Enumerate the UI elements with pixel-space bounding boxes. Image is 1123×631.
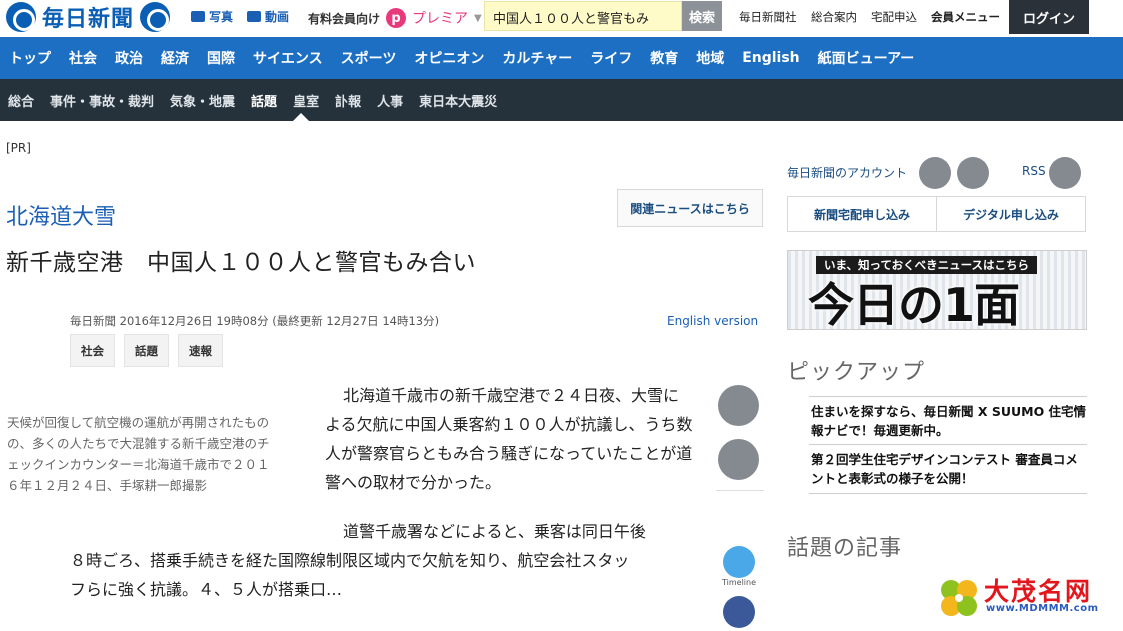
login-button[interactable]: ログイン	[1009, 0, 1089, 34]
divider	[716, 490, 764, 491]
subscription-buttons: 新聞宅配申し込み デジタル申し込み	[787, 196, 1086, 232]
paragraph-2-line-1: 道警千歳署などによると、乗客は同日午後	[343, 522, 646, 541]
social-account-icon[interactable]	[957, 157, 989, 189]
subnav-item-topics[interactable]: 話題	[243, 91, 285, 110]
front-page-title: 今日の1面	[808, 278, 1020, 330]
digital-subscription-button[interactable]: デジタル申し込み	[936, 197, 1085, 231]
search-input[interactable]: 中国人１００人と警官もみ	[484, 1, 682, 31]
premier-p-icon: p	[386, 8, 407, 28]
article-paragraph-2: 道警千歳署などによると、乗客は同日午後 ８時ごろ、搭乗手続きを経た国際線制限区域…	[70, 517, 704, 604]
nav-item-society[interactable]: 社会	[60, 48, 106, 68]
subnav-item-obituary[interactable]: 訃報	[327, 91, 369, 110]
pickup-item[interactable]: 第２回学生住宅デザインコンテスト 審査員コメントと表彰式の様子を公開！	[811, 450, 1087, 488]
site-logo[interactable]: 毎日新聞	[6, 0, 171, 33]
timeline-share-button[interactable]	[723, 546, 755, 578]
nav-item-life[interactable]: ライフ	[581, 48, 641, 68]
nav-item-opinion[interactable]: オピニオン	[405, 48, 493, 68]
newspaper-delivery-button[interactable]: 新聞宅配申し込み	[788, 197, 936, 231]
trending-articles-heading: 話題の記事	[787, 536, 903, 561]
nav-item-education[interactable]: 教育	[641, 48, 687, 68]
camera-icon	[191, 11, 205, 22]
nav-item-top[interactable]: トップ	[0, 48, 60, 68]
tag-topics[interactable]: 話題	[124, 334, 169, 367]
tag-breaking[interactable]: 速報	[178, 334, 223, 367]
subnav-item-imperial[interactable]: 皇室	[285, 91, 327, 110]
dropdown-caret-icon: ▼	[474, 12, 482, 24]
clover-logo-icon	[941, 580, 977, 616]
divider	[809, 493, 1087, 494]
video-link[interactable]: 動画	[247, 8, 289, 25]
subnav-item-weather[interactable]: 気象・地震	[162, 91, 243, 110]
nav-item-viewer[interactable]: 紙面ビューアー	[809, 48, 924, 68]
nav-item-science[interactable]: サイエンス	[244, 48, 332, 68]
article-headline: 新千歳空港 中国人１００人と警官もみ合い	[6, 250, 476, 276]
premier-label: プレミア	[412, 11, 469, 27]
share-button[interactable]	[718, 385, 759, 426]
subnav-item-incidents[interactable]: 事件・事故・裁判	[42, 91, 162, 110]
share-button[interactable]	[718, 439, 759, 480]
nav-item-politics[interactable]: 政治	[106, 48, 152, 68]
secondary-nav: 総合 事件・事故・裁判 気象・地震 話題 皇室 訃報 人事 東日本大震災	[0, 79, 1123, 121]
nav-item-sports[interactable]: スポーツ	[332, 48, 406, 68]
nav-item-international[interactable]: 国際	[198, 48, 244, 68]
video-label: 動画	[265, 10, 290, 24]
guide-link[interactable]: 総合案内	[811, 9, 857, 25]
divider	[809, 444, 1087, 445]
photo-link[interactable]: 写真	[191, 8, 233, 25]
subnav-item-earthquake[interactable]: 東日本大震災	[411, 91, 505, 110]
premier-prefix: 有料会員向け	[308, 11, 381, 26]
logo-mark-icon	[6, 1, 36, 32]
article-paragraph-1: 北海道千歳市の新千歳空港で２４日夜、大雪による欠航に中国人乗客約１００人が抗議し…	[325, 386, 693, 492]
tag-society[interactable]: 社会	[70, 334, 115, 367]
logo-text: 毎日新聞	[42, 5, 135, 32]
english-version-link[interactable]: English version	[667, 314, 758, 328]
social-account-icon[interactable]	[919, 157, 951, 189]
premier-link[interactable]: 有料会員向け p プレミア ▼	[308, 8, 482, 28]
topic-title[interactable]: 北海道大雪	[6, 199, 116, 231]
nav-item-english[interactable]: English	[733, 50, 808, 66]
pr-label: [PR]	[6, 141, 31, 155]
rss-label[interactable]: RSS	[1022, 164, 1046, 178]
nav-item-economy[interactable]: 経済	[152, 48, 198, 68]
photo-caption: 天候が回復して航空機の運航が再開されたものの、多くの人たちで大混雑する新千歳空港…	[7, 415, 270, 493]
watermark-url: www.MDMMM.com	[986, 603, 1099, 614]
related-news-button[interactable]: 関連ニュースはこちら	[617, 189, 763, 227]
search-button[interactable]: 検索	[682, 1, 722, 31]
front-page-banner[interactable]: いま、知っておくべきニュースはこちら 今日の1面	[787, 250, 1087, 330]
paragraph-2-line-2: ８時ごろ、搭乗手続きを経た国際線制限区域内で欠航を知り、航空会社スタッ	[70, 551, 630, 570]
facebook-share-button[interactable]	[723, 596, 755, 628]
company-link[interactable]: 毎日新聞社	[739, 9, 797, 25]
play-icon	[247, 11, 261, 22]
logo-mark-icon	[140, 1, 171, 32]
pickup-item[interactable]: 住まいを探すなら、毎日新聞 X SUUMO 住宅情報ナビで！毎週更新中。	[811, 402, 1087, 440]
delivery-link[interactable]: 宅配申込	[871, 9, 917, 25]
paragraph-2-line-3: フらに強く抗議。４、５人が搭乗口…	[70, 580, 343, 599]
timeline-label: Timeline	[721, 578, 756, 587]
divider	[809, 396, 1087, 397]
account-label: 毎日新聞のアカウント	[787, 166, 908, 180]
pickup-heading: ピックアップ	[787, 360, 926, 385]
primary-nav: トップ 社会 政治 経済 国際 サイエンス スポーツ オピニオン カルチャー ラ…	[0, 37, 1123, 79]
active-subnav-indicator	[293, 113, 309, 121]
rss-icon[interactable]	[1049, 157, 1081, 189]
subnav-item-general[interactable]: 総合	[0, 91, 42, 110]
article-meta: 毎日新聞 2016年12月26日 19時08分 (最終更新 12月27日 14時…	[70, 314, 440, 328]
subnav-item-personnel[interactable]: 人事	[369, 91, 411, 110]
nav-item-region[interactable]: 地域	[687, 48, 733, 68]
member-menu-link[interactable]: 会員メニュー	[931, 9, 1000, 25]
photo-label: 写真	[209, 10, 234, 24]
nav-item-culture[interactable]: カルチャー	[493, 48, 581, 68]
